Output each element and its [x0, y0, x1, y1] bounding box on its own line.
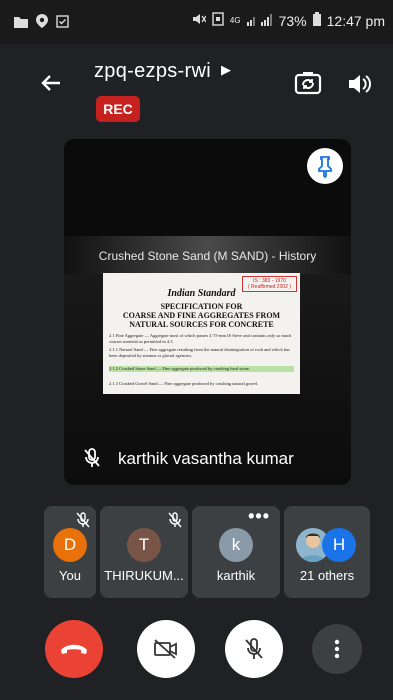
doc-subtitle-3: NATURAL SOURCES FOR CONCRETE — [129, 320, 274, 329]
folder-icon — [14, 15, 28, 33]
mic-off-icon — [168, 512, 182, 528]
participant-name: karthik — [216, 568, 256, 583]
network-type: 4G — [229, 16, 241, 25]
status-left-icons — [14, 14, 69, 33]
doc-paragraph-4: 2.1.3 Crushed Gravel Sand — Fine aggrega… — [109, 381, 259, 386]
document-page-image: IS : 383 - 1970 ( Reaffirmed 2002 ) Indi… — [103, 273, 300, 394]
avatar: T — [127, 528, 161, 562]
pin-icon — [318, 156, 332, 179]
doc-subtitle-2: COARSE AND FINE AGGREGATES FROM — [122, 311, 281, 320]
more-dots-icon[interactable]: ••• — [248, 506, 270, 527]
speaker-name-bar: karthik vasantha kumar — [64, 437, 351, 481]
caret-right-icon[interactable]: ▶ — [221, 62, 231, 78]
camera-toggle-button[interactable] — [137, 620, 195, 678]
speaker-name: karthik vasantha kumar — [118, 449, 294, 468]
camera-off-icon — [154, 639, 177, 659]
recording-badge: REC — [96, 96, 140, 122]
back-button[interactable] — [36, 68, 66, 98]
participant-tile-thirukum[interactable]: T THIRUKUM... — [100, 506, 188, 598]
avatar: H — [322, 528, 356, 562]
more-options-button[interactable] — [312, 624, 362, 674]
meeting-code[interactable]: zpq-ezps-rwi — [94, 60, 211, 83]
battery-percent: 73% — [278, 12, 307, 29]
switch-camera-icon — [294, 72, 322, 95]
mic-toggle-button[interactable] — [225, 620, 283, 678]
avatar: D — [53, 528, 87, 562]
location-icon — [36, 14, 48, 33]
participant-name: 21 others — [299, 568, 355, 583]
participant-tile-others[interactable]: H 21 others — [284, 506, 370, 598]
mic-off-icon — [76, 512, 90, 528]
doc-paragraph-3-highlighted: 2.1.2 Crushed Stone Sand — Fine aggregat… — [109, 366, 294, 372]
mic-off-icon — [245, 638, 263, 659]
participant-name: You — [59, 568, 81, 583]
signal-icon — [246, 13, 273, 29]
main-speaker-tile[interactable]: Crushed Stone Sand (M SAND) - History IS… — [64, 139, 351, 485]
meeting-header: zpq-ezps-rwi ▶ REC — [0, 44, 393, 130]
mic-off-icon — [82, 447, 102, 469]
speaker-icon — [349, 75, 371, 93]
checkbox-notification-icon — [56, 14, 69, 33]
doc-subtitle-1: SPECIFICATION FOR — [160, 302, 243, 311]
participant-tile-you[interactable]: D You — [44, 506, 96, 598]
phone-hangup-icon — [61, 644, 87, 654]
participant-tile-karthik[interactable]: ••• k karthik — [192, 506, 280, 598]
mute-icon — [192, 12, 207, 29]
call-controls — [0, 620, 393, 680]
nfc-icon — [212, 12, 224, 29]
battery-icon — [312, 12, 321, 29]
doc-paragraph-2: 2.1.1 Natural Sand — Fine aggregate resu… — [109, 347, 290, 358]
doc-title: Indian Standard — [167, 288, 236, 299]
status-bar: 4G 73% 12:47 pm — [0, 0, 393, 44]
pin-button[interactable] — [307, 148, 343, 184]
participant-name: THIRUKUM... — [104, 568, 184, 583]
back-arrow-icon — [41, 75, 60, 91]
more-vertical-icon — [334, 639, 340, 659]
audio-output-button[interactable] — [345, 70, 373, 98]
switch-camera-button[interactable] — [293, 68, 323, 98]
participant-strip: D You T THIRUKUM... ••• k karthik H 21 o… — [44, 506, 370, 598]
status-right-icons: 4G 73% 12:47 pm — [192, 12, 385, 29]
slide-heading: Crushed Stone Sand (M SAND) - History — [98, 249, 317, 263]
clock: 12:47 pm — [326, 12, 385, 29]
doc-paragraph-1: 2.1 Fine Aggregate — Aggregate most of w… — [109, 333, 292, 344]
avatar: k — [219, 528, 253, 562]
end-call-button[interactable] — [45, 620, 103, 678]
